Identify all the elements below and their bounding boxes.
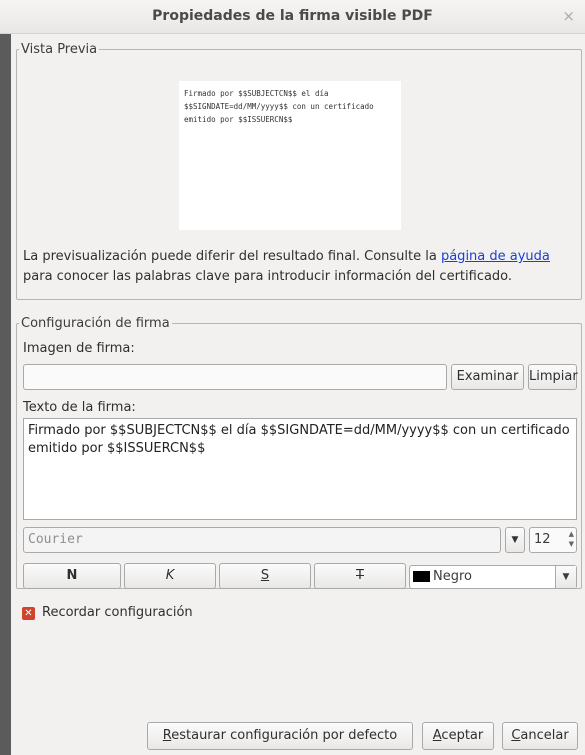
- preview-legend: Vista Previa: [21, 42, 98, 57]
- color-selector[interactable]: Negro ▼: [409, 565, 577, 589]
- preview-note-text: La previsualización puede diferir del re…: [23, 249, 441, 264]
- strikethrough-button-label: T: [356, 568, 364, 583]
- color-name: Negro: [433, 569, 472, 584]
- spinner-arrows-icon[interactable]: ▲ ▼: [569, 529, 574, 549]
- font-size-spinner[interactable]: 12 ▲ ▼: [529, 527, 577, 553]
- config-legend: Configuración de firma: [21, 316, 170, 331]
- clear-button[interactable]: Limpiar: [528, 364, 578, 390]
- remember-checkbox[interactable]: ✕: [22, 607, 35, 620]
- italic-button[interactable]: K: [124, 563, 216, 589]
- restore-mnemonic: R: [162, 728, 172, 743]
- font-dropdown-arrow-icon[interactable]: ▼: [505, 527, 525, 553]
- bold-button[interactable]: N: [23, 563, 121, 589]
- italic-button-label: K: [165, 568, 175, 583]
- help-page-link[interactable]: página de ayuda: [441, 249, 550, 264]
- underline-button[interactable]: S: [219, 563, 311, 589]
- preview-note: La previsualización puede diferir del re…: [23, 247, 573, 287]
- accept-button[interactable]: Aceptar: [422, 722, 494, 750]
- color-swatch: [413, 571, 430, 582]
- preview-group: Vista Previa Firmado por $$SUBJECTCN$$ e…: [16, 42, 582, 300]
- close-icon[interactable]: ×: [562, 7, 575, 25]
- font-size-value: 12: [534, 532, 551, 547]
- color-dropdown-arrow-icon[interactable]: ▼: [555, 566, 576, 588]
- signature-text-area[interactable]: Firmado por $$SUBJECTCN$$ el día $$SIGND…: [23, 418, 577, 520]
- signature-text-label: Texto de la firma:: [23, 400, 136, 415]
- preview-sample-text: Firmado por $$SUBJECTCN$$ el día $$SIGND…: [184, 89, 379, 124]
- title-bar: Propiedades de la firma visible PDF ×: [0, 0, 585, 34]
- restore-label: estaurar configuración por defecto: [171, 728, 398, 743]
- signature-preview: Firmado por $$SUBJECTCN$$ el día $$SIGND…: [179, 81, 401, 230]
- remember-label: Recordar configuración: [42, 605, 193, 620]
- underline-button-label: S: [260, 568, 270, 583]
- cancel-button[interactable]: Cancelar: [502, 722, 578, 750]
- strikethrough-button[interactable]: T: [314, 563, 406, 589]
- font-family-combo[interactable]: Courier: [23, 527, 501, 553]
- image-label: Imagen de firma:: [23, 341, 135, 356]
- image-path-field[interactable]: [23, 364, 447, 390]
- window-left-border: [0, 34, 11, 755]
- accept-label: ceptar: [441, 728, 484, 743]
- signature-config-group: Configuración de firma Imagen de firma: …: [16, 316, 582, 589]
- browse-button[interactable]: Examinar: [451, 364, 524, 390]
- window-title: Propiedades de la firma visible PDF: [152, 8, 433, 24]
- cancel-label: ancelar: [520, 728, 569, 743]
- restore-defaults-button[interactable]: Restaurar configuración por defecto: [147, 722, 413, 750]
- preview-note-text-end: para conocer las palabras clave para int…: [23, 269, 513, 284]
- bold-button-label: N: [66, 568, 78, 583]
